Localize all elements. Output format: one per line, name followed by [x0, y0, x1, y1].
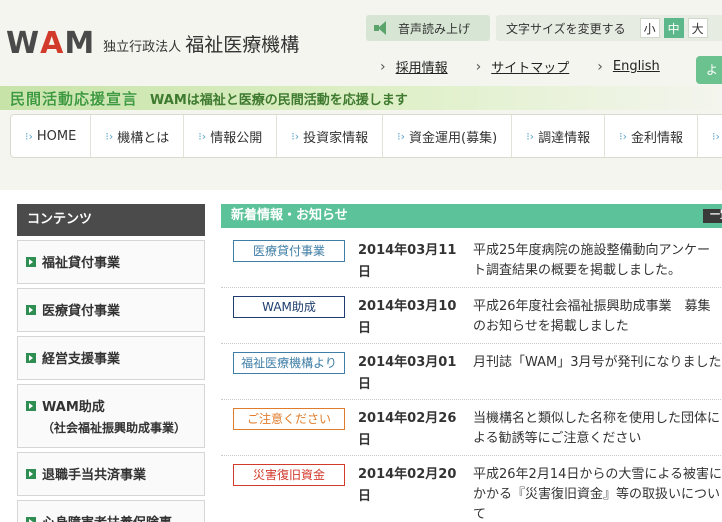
site-logo[interactable]: WAM 独立行政法人 福祉医療機構: [6, 26, 300, 61]
news-date: 2014年03月11日: [358, 243, 457, 280]
arrow-icon: ⁝›: [526, 129, 535, 143]
news-item: 医療貸付事業 2014年03月11日 平成25年度病院の施設整備動向アンケート調…: [221, 232, 722, 288]
banner: 民間活動応援宣言 WAMは福祉と医療の民間活動を応援します: [0, 86, 722, 110]
text-size-small-button[interactable]: 小: [639, 18, 660, 38]
nav-procurement[interactable]: ⁝› 調達情報: [512, 115, 606, 157]
news-title-link[interactable]: 平成26年2月14日からの大雪による被害にかかる『災害復旧資金』等の取扱いについ…: [473, 464, 722, 522]
nav-disclosure[interactable]: ⁝› 情報公開: [184, 115, 278, 157]
arrow-bullet-icon: [26, 468, 36, 479]
arrow-bullet-icon: [26, 304, 36, 315]
nav-investors[interactable]: ⁝› 投資家情報: [277, 115, 384, 157]
arrow-icon: ⁝›: [712, 129, 720, 143]
side-tab-button[interactable]: よ: [696, 56, 722, 84]
sidebar-heading: コンテンツ: [17, 204, 205, 236]
nav-interest-rates[interactable]: ⁝› 金利情報: [605, 115, 699, 157]
sitemap-link[interactable]: サイトマップ: [476, 57, 569, 76]
news-title-link[interactable]: 当機構名と類似した名称を使用した団体による勧誘等にご注意ください: [473, 408, 722, 449]
nav-fund-management[interactable]: ⁝› 資金運用(募集): [383, 115, 513, 157]
news-list: 医療貸付事業 2014年03月11日 平成25年度病院の施設整備動向アンケート調…: [221, 232, 722, 522]
text-size-medium-button[interactable]: 中: [663, 18, 684, 38]
banner-title: 民間活動応援宣言: [10, 89, 139, 108]
news-item: 福祉医療機構より 2014年03月01日 月刊誌「WAM」3月号が発刊になりまし…: [221, 344, 722, 400]
news-item: 災害復旧資金 2014年02月20日 平成26年2月14日からの大雪による被害に…: [221, 456, 722, 522]
news-list-button[interactable]: 一覧: [703, 209, 722, 223]
news-date: 2014年03月01日: [358, 355, 457, 392]
text-size-large-button[interactable]: 大: [687, 18, 708, 38]
category-badge[interactable]: WAM助成: [233, 296, 345, 318]
arrow-icon: ⁝›: [619, 129, 628, 143]
arrow-icon: ⁝›: [198, 129, 207, 143]
sidebar: コンテンツ 福祉貸付事業 医療貸付事業 経営支援事業 WAM助成 （社会福祉振興…: [17, 204, 205, 522]
category-badge[interactable]: 医療貸付事業: [233, 240, 345, 262]
text-size-control: 文字サイズを変更する 小 中 大: [496, 15, 722, 41]
banner-subtitle: WAMは福祉と医療の民間活動を応援します: [150, 92, 408, 108]
arrow-bullet-icon: [26, 256, 36, 267]
category-badge[interactable]: ご注意ください: [233, 408, 345, 430]
site-header: WAM 独立行政法人 福祉医療機構 音声読み上げ 文字サイズを変更する 小 中 …: [0, 0, 722, 190]
voice-readout-label: 音声読み上げ: [398, 21, 471, 36]
voice-readout-button[interactable]: 音声読み上げ: [366, 15, 490, 41]
arrow-icon: ⁝›: [291, 129, 300, 143]
org-prefix: 独立行政法人: [103, 40, 182, 55]
english-link[interactable]: English: [597, 57, 660, 76]
wam-logo-mark: WAM: [6, 26, 96, 61]
sidebar-item-management-support[interactable]: 経営支援事業: [17, 336, 205, 380]
news-date: 2014年02月20日: [358, 467, 457, 504]
sidebar-item-wam-grant[interactable]: WAM助成 （社会福祉振興助成事業）: [17, 384, 205, 448]
news-date: 2014年03月10日: [358, 299, 457, 336]
news-heading: 新着情報・お知らせ 一覧: [221, 204, 722, 228]
nav-home[interactable]: ⁝› HOME: [11, 115, 92, 157]
nav-about[interactable]: ⁝› 機構とは: [91, 115, 185, 157]
arrow-bullet-icon: [26, 352, 36, 363]
arrow-icon: ⁝›: [105, 129, 114, 143]
news-item: ご注意ください 2014年02月26日 当機構名と類似した名称を使用した団体によ…: [221, 400, 722, 456]
category-badge[interactable]: 福祉医療機構より: [233, 352, 345, 374]
sidebar-item-welfare-loan[interactable]: 福祉貸付事業: [17, 240, 205, 284]
recruit-link[interactable]: 採用情報: [380, 57, 448, 76]
sidebar-item-medical-loan[interactable]: 医療貸付事業: [17, 288, 205, 332]
news-title-link[interactable]: 平成25年度病院の施設整備動向アンケート調査結果の概要を掲載しました。: [473, 240, 722, 281]
global-nav: ⁝› HOME ⁝› 機構とは ⁝› 情報公開 ⁝› 投資家情報 ⁝› 資金運用(募集) …: [10, 114, 722, 158]
news-item: WAM助成 2014年03月10日 平成26年度社会福祉振興助成事業 募集のお知…: [221, 288, 722, 344]
news-date: 2014年02月26日: [358, 411, 457, 448]
text-size-label: 文字サイズを変更する: [506, 21, 626, 36]
news-title-link[interactable]: 月刊誌「WAM」3月号が発刊になりました: [473, 352, 722, 373]
arrow-bullet-icon: [26, 516, 36, 522]
sidebar-item-sub: （社会福祉振興助成事業）: [42, 421, 187, 435]
org-name: 福祉医療機構: [185, 34, 300, 56]
arrow-icon: ⁝›: [397, 129, 406, 143]
sidebar-item-retirement-allowance[interactable]: 退職手当共済事業: [17, 452, 205, 496]
arrow-bullet-icon: [26, 400, 36, 411]
speaker-icon: [374, 21, 392, 35]
category-badge[interactable]: 災害復旧資金: [233, 464, 345, 486]
news-title-link[interactable]: 平成26年度社会福祉振興助成事業 募集のお知らせを掲載しました: [473, 296, 722, 337]
sidebar-item-disability-insurance[interactable]: 心身障害者扶養保険事: [17, 500, 205, 522]
nav-more[interactable]: ⁝›役: [698, 115, 722, 157]
arrow-icon: ⁝›: [25, 129, 33, 143]
utility-links: 採用情報 サイトマップ English: [380, 57, 688, 76]
